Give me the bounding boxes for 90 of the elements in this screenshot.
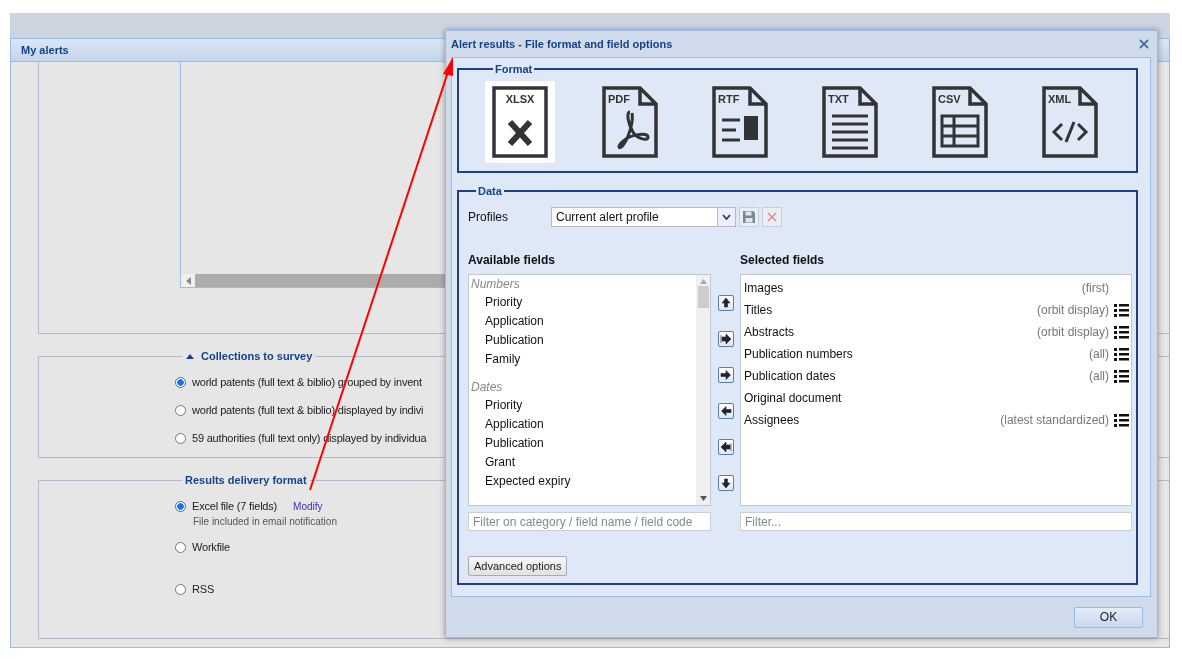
- radio-button[interactable]: [175, 376, 186, 388]
- arrow-icon: [719, 297, 732, 309]
- selected-field-row[interactable]: Abstracts (orbit display): [744, 321, 1129, 343]
- field-item[interactable]: Expected expiry: [471, 472, 696, 491]
- field-item[interactable]: Priority: [471, 293, 696, 312]
- format-option[interactable]: XML: [1035, 81, 1105, 163]
- field-item[interactable]: Family: [471, 350, 696, 369]
- list-icon[interactable]: [1114, 324, 1129, 340]
- field-detail: (first): [1081, 281, 1109, 295]
- profiles-label: Profiles: [468, 210, 509, 224]
- option-label: world patents (full text & biblio) displayed by indivi: [192, 404, 424, 416]
- panel-title: My alerts: [21, 44, 69, 56]
- selected-field-row[interactable]: Publication numbers (all): [744, 343, 1129, 365]
- left-arrow-icon[interactable]: [185, 276, 191, 285]
- move-down-button[interactable]: [717, 475, 734, 491]
- field-detail: (orbit display): [1036, 303, 1109, 317]
- ok-button[interactable]: OK: [1074, 606, 1143, 628]
- modify-link[interactable]: Modify: [293, 500, 323, 512]
- option-label: RSS: [192, 583, 215, 595]
- category-label: Dates: [471, 380, 504, 396]
- selected-field-row[interactable]: Images (first): [744, 277, 1129, 299]
- scrollbar[interactable]: [696, 275, 710, 505]
- format-option[interactable]: RTF: [705, 81, 775, 163]
- arrow-icon: [719, 369, 732, 381]
- profile-dropdown[interactable]: Current alert profile: [551, 207, 736, 227]
- field-item[interactable]: Publication: [471, 434, 696, 453]
- arrow-icon: [719, 441, 732, 453]
- format-option[interactable]: PDF: [595, 81, 665, 163]
- field-detail: (all): [1089, 347, 1109, 361]
- advanced-options-button[interactable]: Advanced options: [468, 556, 568, 576]
- section-title: Results delivery format: [185, 474, 307, 486]
- field-item[interactable]: Priority: [471, 396, 696, 415]
- format-option[interactable]: TXT: [815, 81, 885, 163]
- filter-field[interactable]: Filter on category / field name / field code: [468, 512, 711, 531]
- add-all-button[interactable]: [717, 331, 734, 347]
- field-detail: (all): [1089, 369, 1109, 383]
- field-name: Images: [744, 281, 785, 295]
- field-item[interactable]: Application: [471, 312, 696, 331]
- field-item[interactable]: Grant: [471, 453, 696, 472]
- remove-button[interactable]: [717, 403, 734, 419]
- remove-all-button[interactable]: [717, 439, 734, 455]
- list-icon[interactable]: [1114, 302, 1129, 318]
- field-detail: (latest standardized): [1000, 413, 1109, 427]
- selected-field-row[interactable]: Titles (orbit display): [744, 299, 1129, 321]
- close-icon[interactable]: [1137, 37, 1151, 51]
- move-up-button[interactable]: [717, 295, 734, 311]
- arrow-icon: [719, 333, 732, 345]
- add-button[interactable]: [717, 367, 734, 383]
- option-label: Excel file (7 fields): [192, 500, 278, 512]
- filter-field[interactable]: Filter...: [740, 512, 1132, 531]
- field-name: Titles: [744, 303, 774, 317]
- radio-button[interactable]: [175, 500, 186, 512]
- down-arrow-icon[interactable]: [699, 496, 707, 501]
- field-name: Publication dates: [744, 369, 837, 383]
- radio-button[interactable]: [175, 583, 186, 595]
- field-name: Publication numbers: [744, 347, 854, 361]
- cross-icon: [766, 211, 778, 223]
- category-label: Numbers: [471, 277, 521, 293]
- format-option[interactable]: XLSX: [485, 81, 555, 163]
- collapse-triangle-icon[interactable]: [185, 352, 195, 360]
- section-title: Format: [494, 63, 534, 75]
- radio-button[interactable]: [175, 541, 186, 553]
- radio-button[interactable]: [175, 404, 186, 416]
- field-detail: (orbit display): [1036, 325, 1109, 339]
- option-note: File included in email notification: [193, 516, 337, 527]
- arrow-icon: [719, 405, 732, 417]
- selected-field-row[interactable]: Assignees (latest standardized): [744, 409, 1129, 431]
- section-title: Collections to survey: [201, 350, 313, 362]
- file-icon: XLSX: [492, 86, 548, 158]
- format-option[interactable]: CSV: [925, 81, 995, 163]
- scrollbar-thumb[interactable]: [697, 286, 709, 308]
- chevron-down-icon: [722, 214, 731, 220]
- list-icon[interactable]: [1114, 346, 1129, 362]
- field-name: Original document: [744, 391, 843, 405]
- selected-field-row[interactable]: Publication dates (all): [744, 365, 1129, 387]
- field-item[interactable]: Publication: [471, 331, 696, 350]
- selected-field-row[interactable]: Original document: [744, 387, 1129, 409]
- list-icon[interactable]: [1114, 368, 1129, 384]
- radio-button[interactable]: [175, 432, 186, 444]
- list-heading: Selected fields: [740, 253, 826, 267]
- option-label: Workfile: [192, 541, 230, 553]
- field-name: Assignees: [744, 413, 801, 427]
- list-icon[interactable]: [1114, 412, 1129, 428]
- section-title: Data: [477, 185, 503, 197]
- field-item[interactable]: Application: [471, 415, 696, 434]
- save-button[interactable]: [739, 207, 759, 227]
- arrow-icon: [719, 477, 732, 489]
- list-heading: Available fields: [468, 253, 556, 267]
- dialog-title: Alert results - File format and field options: [451, 38, 673, 50]
- field-name: Abstracts: [744, 325, 795, 339]
